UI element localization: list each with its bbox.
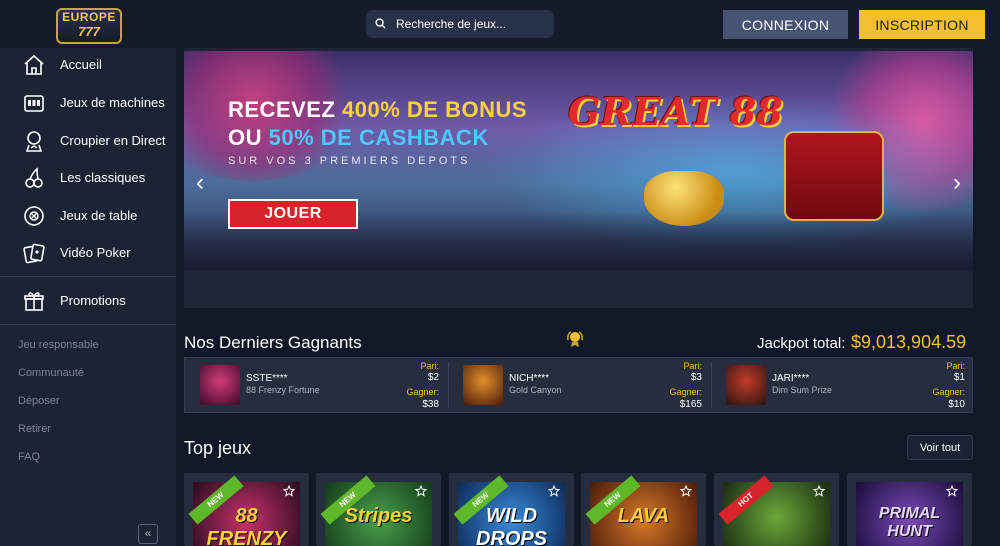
login-button[interactable]: CONNEXION: [723, 10, 848, 39]
sidebar-item-label: Croupier en Direct: [60, 133, 166, 148]
promo-carousel: RECEVEZ 400% DE BONUS OU 50% DE CASHBACK…: [184, 48, 973, 308]
sidebar-link-withdraw[interactable]: Retirer: [18, 423, 51, 435]
game-thumbnail: [463, 365, 503, 405]
win-label: Gagner:: [406, 387, 439, 397]
sidebar-item-slots[interactable]: Jeux de machines: [0, 86, 176, 120]
sidebar-collapse-button[interactable]: «: [138, 524, 158, 544]
treasure-chest-decoration: [784, 131, 884, 221]
game-card[interactable]: PRIMAL HUNT: [847, 473, 972, 546]
banner-headline-1-highlight: 400% DE BONUS: [342, 97, 528, 122]
banner-headline-2-highlight: 50% DE CASHBACK: [268, 125, 489, 150]
sidebar: Accueil Jeux de machines Croupier en Dir…: [0, 48, 176, 546]
cherries-icon: [25, 167, 43, 188]
bet-label: Pari:: [683, 361, 702, 371]
game-card[interactable]: Stripes NEW: [316, 473, 441, 546]
carousel-next-arrow[interactable]: ›: [949, 169, 965, 197]
game-card[interactable]: HOT: [714, 473, 839, 546]
winner-entry[interactable]: NICH**** Gold Canyon Pari: $3 Gagner: $1…: [448, 358, 710, 412]
sidebar-item-classics[interactable]: Les classiques: [0, 161, 176, 195]
sidebar-item-home[interactable]: Accueil: [0, 48, 176, 82]
banner-game-logo: GREAT 88: [568, 89, 783, 134]
logo-text-top: EUROPE: [62, 10, 116, 24]
sidebar-item-promotions[interactable]: Promotions: [0, 284, 176, 318]
recent-winners-list: SSTE**** 88 Frenzy Fortune Pari: $2 Gagn…: [184, 357, 973, 413]
bet-label: Pari:: [946, 361, 965, 371]
dealer-icon: [25, 131, 43, 152]
sidebar-divider: [0, 324, 176, 325]
banner-headline-2-prefix: OU: [228, 125, 269, 150]
slot-machine-icon: [24, 95, 44, 112]
see-all-button[interactable]: Voir tout: [907, 435, 973, 460]
sidebar-item-video-poker[interactable]: Vidéo Poker: [0, 236, 176, 270]
sidebar-link-deposit[interactable]: Déposer: [18, 395, 60, 407]
sidebar-item-live-dealer[interactable]: Croupier en Direct: [0, 124, 176, 158]
sidebar-item-label: Les classiques: [60, 170, 146, 185]
search-box[interactable]: [366, 10, 554, 38]
banner-headline-1-prefix: RECEVEZ: [228, 97, 343, 122]
game-card[interactable]: 88 FRENZY NEW: [184, 473, 309, 546]
bet-label: Pari:: [420, 361, 439, 371]
play-button[interactable]: JOUER: [228, 199, 358, 229]
banner-headline-2: OU 50% DE CASHBACK: [228, 125, 489, 151]
signup-button[interactable]: INSCRIPTION: [859, 10, 985, 39]
top-games-title: Top jeux: [184, 438, 252, 458]
favorite-star-icon[interactable]: [946, 485, 958, 497]
logo-text-bottom: 777: [78, 24, 100, 39]
jackpot-value: $9,013,904.59: [851, 332, 967, 352]
winner-name: JARI****: [772, 373, 810, 384]
winner-game: 88 Frenzy Fortune: [246, 385, 320, 395]
winner-entry[interactable]: JARI**** Dim Sum Prize Pari: $1 Gagner: …: [711, 358, 973, 412]
favorite-star-icon[interactable]: [548, 485, 560, 497]
win-label: Gagner:: [932, 387, 965, 397]
home-icon: [24, 54, 44, 75]
game-thumbnail: [726, 365, 766, 405]
sidebar-item-label: Accueil: [60, 57, 102, 72]
sidebar-item-label: Jeux de machines: [60, 95, 165, 110]
game-card[interactable]: LAVA NEW: [581, 473, 706, 546]
game-card-title: PRIMAL HUNT: [878, 505, 941, 540]
game-card[interactable]: WILD DROPS NEW: [449, 473, 574, 546]
medal-icon: [567, 331, 583, 347]
sidebar-item-label: Jeux de table: [60, 208, 138, 223]
banner-subline: SUR VOS 3 PREMIERS DEPOTS: [228, 155, 471, 167]
sidebar-link-community[interactable]: Communauté: [18, 367, 84, 379]
sidebar-link-faq[interactable]: FAQ: [18, 451, 40, 463]
bet-value: $2: [427, 372, 439, 383]
sidebar-item-label: Promotions: [60, 293, 126, 308]
winners-title: Nos Derniers Gagnants: [184, 333, 362, 352]
win-value: $165: [679, 399, 702, 410]
favorite-star-icon[interactable]: [415, 485, 427, 497]
gold-ingot-decoration: [644, 171, 724, 226]
search-input[interactable]: [396, 14, 546, 34]
win-label: Gagner:: [669, 387, 702, 397]
bet-value: $1: [953, 372, 965, 383]
sidebar-link-responsible-gaming[interactable]: Jeu responsable: [18, 339, 99, 351]
carousel-prev-arrow[interactable]: ‹: [192, 169, 208, 197]
gift-icon: [24, 292, 44, 311]
jackpot-label: Jackpot total:: [757, 335, 846, 352]
favorite-star-icon[interactable]: [283, 485, 295, 497]
favorite-star-icon[interactable]: [680, 485, 692, 497]
sidebar-item-label: Vidéo Poker: [60, 245, 131, 260]
bet-value: $3: [690, 372, 702, 383]
sidebar-item-table-games[interactable]: Jeux de table: [0, 199, 176, 233]
winner-game: Gold Canyon: [509, 385, 562, 395]
winner-game: Dim Sum Prize: [772, 385, 833, 395]
win-value: $10: [948, 399, 965, 410]
site-logo[interactable]: EUROPE 777: [56, 8, 122, 44]
winner-name: NICH****: [509, 373, 550, 384]
win-value: $38: [422, 399, 439, 410]
cards-icon: [23, 243, 45, 264]
chip-icon: [24, 206, 44, 226]
game-thumbnail: [200, 365, 240, 405]
top-bar: EUROPE 777 CONNEXION INSCRIPTION: [0, 0, 1000, 48]
promo-banner[interactable]: RECEVEZ 400% DE BONUS OU 50% DE CASHBACK…: [184, 51, 973, 271]
winner-entry[interactable]: SSTE**** 88 Frenzy Fortune Pari: $2 Gagn…: [185, 358, 447, 412]
search-icon: [375, 18, 386, 29]
favorite-star-icon[interactable]: [813, 485, 825, 497]
sidebar-divider: [0, 276, 176, 277]
banner-headline-1: RECEVEZ 400% DE BONUS: [228, 97, 527, 123]
winner-name: SSTE****: [246, 373, 288, 384]
